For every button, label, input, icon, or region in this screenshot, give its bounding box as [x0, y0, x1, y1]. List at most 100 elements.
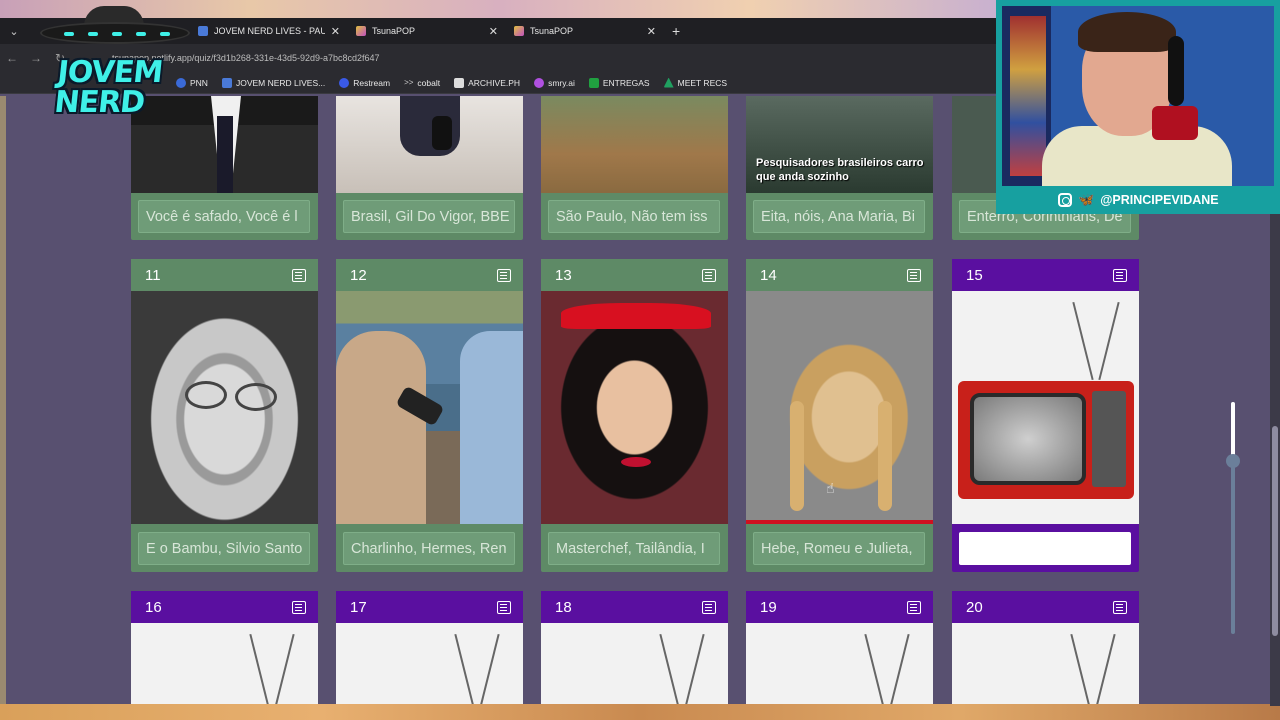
notes-icon[interactable]	[907, 268, 921, 282]
bookmark-smry[interactable]: smry.ai	[534, 77, 575, 88]
back-arrow-icon[interactable]: ←	[0, 51, 24, 65]
answer-field[interactable]: E o Bambu, Silvio Santo	[138, 532, 310, 565]
card-header: 13	[541, 259, 728, 291]
docs-favicon-icon	[198, 26, 208, 36]
volume-slider[interactable]	[1226, 402, 1240, 634]
notes-icon[interactable]	[702, 600, 716, 614]
quiz-card-16[interactable]: 16	[131, 591, 318, 704]
bookmark-jovem-nerd-lives[interactable]: JOVEM NERD LIVES...	[221, 77, 326, 88]
quiz-card-8[interactable]: São Paulo, Não tem iss	[541, 96, 728, 240]
answer-field[interactable]: São Paulo, Não tem iss	[548, 200, 720, 233]
card-image	[131, 291, 318, 524]
card-image	[952, 623, 1139, 704]
bookmark-label: PNN	[190, 77, 208, 88]
notes-icon[interactable]	[702, 268, 716, 282]
tab-title: TsunaPOP	[372, 26, 416, 36]
card-header: 19	[746, 591, 933, 623]
microphone-icon	[1152, 106, 1198, 140]
slider-fill	[1231, 402, 1235, 462]
notes-icon[interactable]	[497, 600, 511, 614]
tab-search-dropdown-icon[interactable]: ⌄	[0, 25, 28, 38]
social-handle: @PRINCIPEVIDANE	[1100, 193, 1219, 207]
card-header: 11	[131, 259, 318, 291]
notes-icon[interactable]	[292, 268, 306, 282]
card-image	[336, 96, 523, 193]
card-number: 16	[145, 598, 162, 616]
notes-icon[interactable]	[907, 600, 921, 614]
card-header: 14	[746, 259, 933, 291]
card-number: 18	[555, 598, 572, 616]
social-handle-bar: 🦋 @PRINCIPEVIDANE	[996, 186, 1280, 214]
quiz-card-18[interactable]: 18	[541, 591, 728, 704]
jovem-nerd-logo: JOVEM NERD	[40, 0, 190, 140]
tab-title: JOVEM NERD LIVES - PAUTA - (	[214, 26, 325, 36]
bookmark-label: Restream	[353, 77, 391, 88]
answer-field[interactable]: Brasil, Gil Do Vigor, BBE	[343, 200, 515, 233]
answer-field[interactable]: Eita, nóis, Ana Maria, Bi	[753, 200, 925, 233]
card-header: 15	[952, 259, 1139, 291]
card-number: 20	[966, 598, 983, 616]
card-number: 15	[966, 266, 983, 284]
card-image	[541, 623, 728, 704]
quiz-card-7[interactable]: Brasil, Gil Do Vigor, BBE	[336, 96, 523, 240]
ufo-icon	[40, 22, 190, 44]
quiz-card-13[interactable]: 13 Masterchef, Tailândia, I	[541, 259, 728, 572]
card-image	[746, 623, 933, 704]
answer-field[interactable]	[959, 532, 1131, 565]
bookmark-cobalt[interactable]: >> cobalt	[404, 78, 440, 88]
quiz-card-17[interactable]: 17	[336, 591, 523, 704]
scrollbar-thumb[interactable]	[1272, 426, 1278, 636]
stream-overlay-left	[0, 96, 6, 706]
slider-handle[interactable]	[1226, 454, 1240, 468]
mouse-cursor-icon: ☝	[826, 480, 835, 496]
smry-icon	[534, 77, 545, 88]
bookmark-archive[interactable]: ARCHIVE.PH	[454, 77, 521, 88]
bookmark-meet-recs[interactable]: MEET RECS	[663, 77, 727, 88]
quiz-card-11[interactable]: 11 E o Bambu, Silvio Santo	[131, 259, 318, 572]
bookmark-label: ARCHIVE.PH	[468, 77, 521, 88]
card-image-caption: Pesquisadores brasileiros carro que anda…	[756, 157, 924, 183]
quiz-card-15[interactable]: 15	[952, 259, 1139, 572]
card-number: 11	[145, 266, 161, 284]
quiz-card-19[interactable]: 19	[746, 591, 933, 704]
instagram-icon	[1058, 193, 1072, 207]
quiz-card-9[interactable]: Pesquisadores brasileiros carro que anda…	[746, 96, 933, 240]
tab-tsunapop-1[interactable]: TsunaPOP ✕	[348, 18, 506, 44]
stream-overlay-bottom	[0, 704, 1280, 720]
notes-icon[interactable]	[292, 600, 306, 614]
tab-title: TsunaPOP	[530, 26, 574, 36]
card-image	[952, 291, 1139, 524]
answer-field[interactable]: Você é safado, Você é l	[138, 200, 310, 233]
close-tab-icon[interactable]: ✕	[489, 25, 498, 38]
card-image	[746, 291, 933, 524]
card-image	[541, 96, 728, 193]
notes-icon[interactable]	[1113, 600, 1127, 614]
notes-icon[interactable]	[497, 268, 511, 282]
webcam-video	[1002, 6, 1274, 186]
answer-field[interactable]: Charlinho, Hermes, Ren	[343, 532, 515, 565]
bluesky-butterfly-icon: 🦋	[1078, 192, 1095, 207]
quiz-card-14[interactable]: 14 Hebe, Romeu e Julieta,	[746, 259, 933, 572]
answer-field[interactable]: Hebe, Romeu e Julieta,	[753, 532, 925, 565]
bookmark-restream[interactable]: Restream	[339, 77, 391, 88]
card-header: 16	[131, 591, 318, 623]
tab-tsunapop-2[interactable]: TsunaPOP ✕	[506, 18, 664, 44]
tab-jovem-nerd[interactable]: JOVEM NERD LIVES - PAUTA - ( ✕	[190, 18, 348, 44]
card-header: 18	[541, 591, 728, 623]
bookmark-label: cobalt	[417, 77, 441, 88]
quiz-card-20[interactable]: 20	[952, 591, 1139, 704]
card-number: 19	[760, 598, 777, 616]
sheets-icon	[588, 77, 599, 88]
close-tab-icon[interactable]: ✕	[331, 25, 340, 38]
new-tab-plus-icon[interactable]: +	[664, 23, 688, 39]
bookmark-label: ENTREGAS	[602, 77, 650, 88]
webcam-overlay: 🦋 @PRINCIPEVIDANE	[996, 0, 1280, 214]
bookmark-entregas[interactable]: ENTREGAS	[588, 77, 650, 88]
close-tab-icon[interactable]: ✕	[647, 25, 656, 38]
notes-icon[interactable]	[1113, 268, 1127, 282]
card-image: Pesquisadores brasileiros carro que anda…	[746, 96, 933, 193]
answer-field[interactable]: Masterchef, Tailândia, I	[548, 532, 720, 565]
bookmark-label: JOVEM NERD LIVES...	[235, 77, 326, 88]
card-header: 17	[336, 591, 523, 623]
quiz-card-12[interactable]: 12 Charlinho, Hermes, Ren	[336, 259, 523, 572]
